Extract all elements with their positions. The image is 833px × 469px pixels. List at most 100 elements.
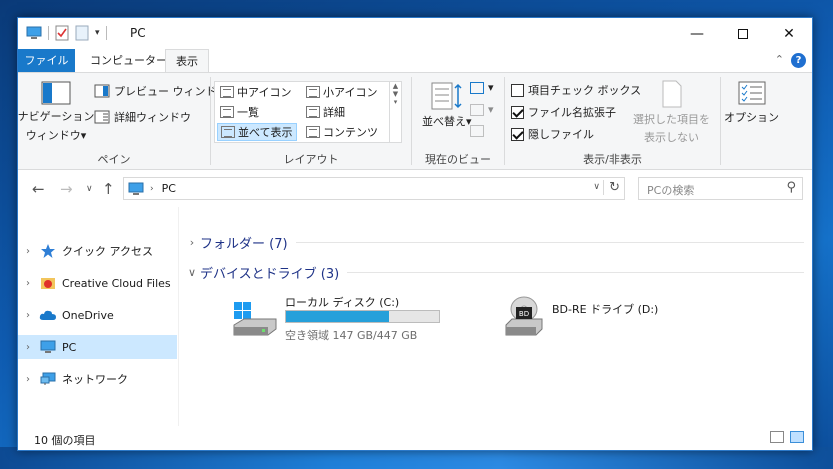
tab-file[interactable]: ファイル: [18, 49, 75, 72]
sort-by-label: 並べ替え▾: [422, 115, 472, 128]
expand-chevron-icon[interactable]: ›: [18, 246, 38, 257]
show-hide-group-label: 表示/非表示: [583, 153, 642, 166]
folders-group-header[interactable]: › フォルダー (7): [184, 231, 804, 253]
item-check-boxes-checkbox[interactable]: [511, 83, 524, 97]
up-icon[interactable]: ↑: [102, 180, 115, 198]
ribbon-tabs: ファイル コンピューター 表示 ⌃ ?: [18, 49, 812, 73]
details-pane-label: 詳細ウィンドウ: [114, 111, 191, 124]
address-bar[interactable]: › PC ∨ ↻: [123, 177, 625, 200]
hidden-items-checkbox[interactable]: [511, 127, 524, 141]
search-placeholder: PCの検索: [647, 184, 695, 197]
file-name-extensions-label: ファイル名拡張子: [528, 106, 616, 119]
options-label: オプション: [724, 111, 779, 124]
ribbon-collapse-icon[interactable]: ⌃: [775, 53, 784, 66]
options-button[interactable]: オプション: [724, 81, 779, 125]
nav-item-network[interactable]: › ネットワーク: [18, 367, 177, 391]
nav-item-pc[interactable]: › PC: [18, 335, 177, 359]
qat-separator: [48, 26, 49, 40]
qat-dropdown-icon[interactable]: ▾: [95, 28, 100, 38]
large-icons-view-icon[interactable]: [790, 431, 804, 443]
close-button[interactable]: ✕: [766, 18, 812, 49]
navigation-pane-label-1: ナビゲーション: [17, 110, 95, 123]
drive-c-usage-bar: [285, 310, 440, 323]
explorer-window: ▾ PC — ✕ ファイル コンピューター 表示 ⌃ ? ナビゲーション ウィン…: [17, 17, 813, 451]
group-by-icon: [470, 81, 484, 94]
refresh-icon[interactable]: ↻: [603, 180, 620, 195]
preview-pane-icon: [94, 84, 110, 98]
preview-pane-button[interactable]: プレビュー ウィンドウ: [94, 83, 228, 99]
expand-chevron-icon[interactable]: ›: [18, 310, 38, 321]
search-input[interactable]: PCの検索 ⚲: [638, 177, 803, 200]
show-hide-group: 項目チェック ボックス ファイル名拡張子 隠しファイル 選択した項目を 表示しな…: [505, 73, 720, 170]
nav-item-onedrive[interactable]: › OneDrive: [18, 303, 177, 327]
drive-c-usage-fill: [286, 311, 389, 322]
cloud-icon: [38, 307, 58, 323]
size-columns-button[interactable]: [470, 125, 484, 137]
sort-by-icon: [431, 82, 462, 110]
navigation-pane-button[interactable]: ナビゲーション ウィンドウ▾: [18, 81, 94, 143]
sort-by-button[interactable]: 並べ替え▾: [422, 81, 472, 129]
drive-tile-d[interactable]: BD BD-RE ドライブ (D:): [504, 291, 704, 341]
expand-chevron-icon[interactable]: ›: [18, 278, 38, 289]
maximize-button[interactable]: [720, 18, 766, 49]
minimize-button[interactable]: —: [674, 18, 720, 49]
minimize-icon: —: [690, 25, 704, 42]
nav-item-quick-access[interactable]: › クイック アクセス: [18, 239, 177, 263]
group-by-button[interactable]: ▾: [470, 81, 494, 94]
address-dropdown-icon[interactable]: ∨: [593, 182, 600, 192]
nav-item-creative-cloud[interactable]: › Creative Cloud Files: [18, 271, 177, 295]
new-folder-icon[interactable]: [75, 25, 89, 41]
hide-selected-items-button[interactable]: 選択した項目を 表示しない: [633, 79, 710, 145]
status-bar: 10 個の項目: [18, 426, 812, 450]
help-icon[interactable]: ?: [791, 53, 806, 68]
file-name-extensions-toggle[interactable]: ファイル名拡張子: [511, 104, 616, 120]
windows-drive-icon: [233, 302, 277, 336]
add-columns-button[interactable]: ▾: [470, 103, 494, 116]
recent-locations-icon[interactable]: ∨: [86, 184, 93, 194]
details-view-icon[interactable]: [770, 431, 784, 443]
layout-group-label: レイアウト: [283, 153, 339, 166]
drive-tile-c[interactable]: ローカル ディスク (C:) 空き領域 147 GB/447 GB: [232, 291, 472, 342]
devices-group-header[interactable]: ∨ デバイスとドライブ (3): [184, 261, 804, 283]
drive-c-name: ローカル ディスク (C:): [285, 296, 400, 309]
quick-access-toolbar: ▾: [26, 25, 107, 41]
breadcrumb-chevron-icon[interactable]: ›: [150, 184, 154, 194]
item-check-boxes-label: 項目チェック ボックス: [528, 84, 642, 97]
hidden-items-toggle[interactable]: 隠しファイル: [511, 126, 594, 142]
computer-icon: [26, 26, 42, 39]
pane-group: ナビゲーション ウィンドウ▾ プレビュー ウィンドウ 詳細ウィンドウ ペイン: [18, 73, 228, 170]
title-bar: ▾ PC — ✕: [18, 18, 812, 49]
item-check-boxes-toggle[interactable]: 項目チェック ボックス: [511, 82, 641, 98]
computer-icon: [38, 339, 58, 355]
bd-drive-icon: BD: [505, 296, 543, 336]
svg-text:BD: BD: [519, 310, 529, 318]
tab-computer[interactable]: コンピューター: [80, 49, 177, 72]
properties-icon[interactable]: [55, 25, 69, 41]
collapse-chevron-icon[interactable]: ›: [184, 236, 200, 249]
hidden-items-label: 隠しファイル: [528, 128, 594, 141]
expand-chevron-icon[interactable]: ›: [18, 374, 38, 385]
hide-selected-icon: [662, 80, 681, 108]
collapse-chevron-icon[interactable]: ∨: [184, 266, 200, 279]
current-view-group: 並べ替え▾ ▾ ▾ 現在のビュー: [412, 73, 504, 170]
file-list: › フォルダー (7) ∨ デバイスとドライブ (3) ローカル ディスク (C…: [184, 207, 812, 427]
search-icon[interactable]: ⚲: [786, 180, 796, 195]
header-divider: [295, 241, 804, 243]
expand-chevron-icon[interactable]: ›: [18, 342, 38, 353]
item-count: 10 個の項目: [34, 434, 96, 447]
breadcrumb-pc[interactable]: PC: [162, 182, 176, 195]
window-title: PC: [130, 26, 146, 40]
header-divider: [347, 271, 804, 273]
close-icon: ✕: [783, 25, 795, 42]
tab-view[interactable]: 表示: [165, 49, 209, 73]
details-pane-button[interactable]: 詳細ウィンドウ: [94, 109, 191, 125]
qat-separator: [105, 26, 107, 40]
star-icon: [38, 243, 58, 259]
hide-selected-label-2: 表示しない: [644, 131, 699, 144]
hide-selected-label-1: 選択した項目を: [633, 113, 710, 126]
back-icon[interactable]: ←: [32, 180, 45, 198]
file-name-extensions-checkbox[interactable]: [511, 105, 524, 119]
add-columns-icon: [470, 103, 484, 116]
forward-icon[interactable]: →: [60, 180, 73, 198]
pane-group-label: ペイン: [97, 153, 131, 166]
